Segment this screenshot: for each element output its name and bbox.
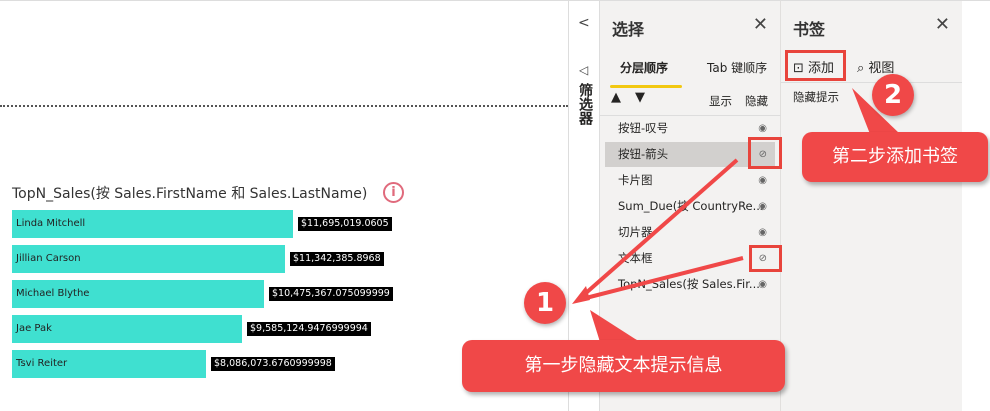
highlight-eye-icon <box>748 137 782 169</box>
step-2-callout: 第二步添加书签 <box>802 132 988 182</box>
step-2-badge: 2 <box>872 74 914 116</box>
highlight-add-button <box>785 50 846 81</box>
highlight-eye-icon <box>749 245 782 272</box>
step-1-callout: 第一步隐藏文本提示信息 <box>462 340 785 392</box>
arrow-head <box>572 286 590 304</box>
callout-pointer <box>590 310 640 342</box>
step-1-badge: 1 <box>524 282 566 324</box>
